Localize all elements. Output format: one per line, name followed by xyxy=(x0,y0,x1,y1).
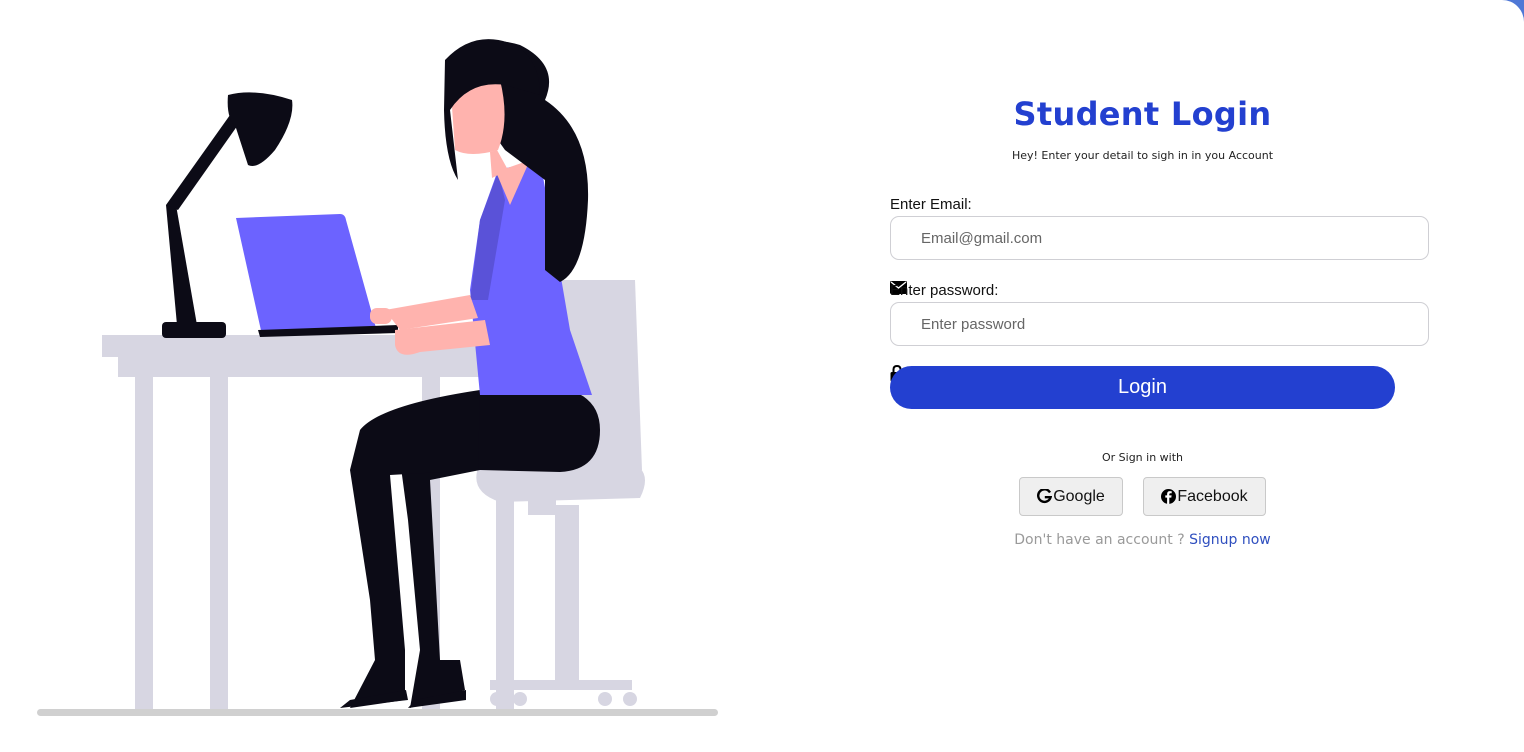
google-icon xyxy=(1037,489,1053,504)
desk xyxy=(102,335,538,709)
signup-link[interactable]: Signup now xyxy=(1189,532,1271,548)
login-card: Student Login Hey! Enter your detail to … xyxy=(0,0,1524,752)
google-label: Google xyxy=(1053,487,1105,505)
password-label: Enter password: xyxy=(890,282,999,299)
facebook-button[interactable]: Facebook xyxy=(1143,477,1266,516)
email-label: Enter Email: xyxy=(890,196,972,213)
signup-row: Don't have an account ? Signup now xyxy=(890,532,1395,548)
facebook-icon xyxy=(1161,489,1177,504)
woman-at-desk-illustration xyxy=(30,30,730,724)
alt-signin-label: Or Sign in with xyxy=(1101,451,1184,464)
facebook-label: Facebook xyxy=(1177,487,1248,505)
password-field[interactable] xyxy=(890,302,1429,346)
google-button[interactable]: Google xyxy=(1019,477,1123,516)
page-title: Student Login xyxy=(1013,95,1272,133)
email-field[interactable] xyxy=(890,216,1429,260)
login-button[interactable]: Login xyxy=(890,366,1395,409)
page-subtitle: Hey! Enter your detail to sigh in in you… xyxy=(1011,149,1274,162)
signup-prompt: Don't have an account ? xyxy=(1014,532,1190,548)
